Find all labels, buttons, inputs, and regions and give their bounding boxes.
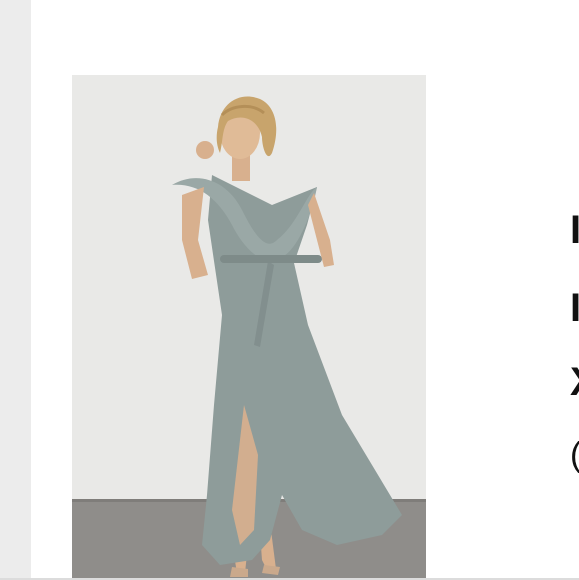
product-card[interactable] (72, 75, 426, 580)
page: I I X ( (0, 0, 579, 580)
product-text-line-1: I (570, 208, 579, 252)
product-text-line-3: X (570, 362, 579, 402)
product-text-line-2: I (570, 286, 579, 330)
left-rail (0, 0, 31, 580)
product-text-line-4: ( (570, 435, 579, 475)
dress-photo-icon[interactable] (72, 75, 426, 580)
